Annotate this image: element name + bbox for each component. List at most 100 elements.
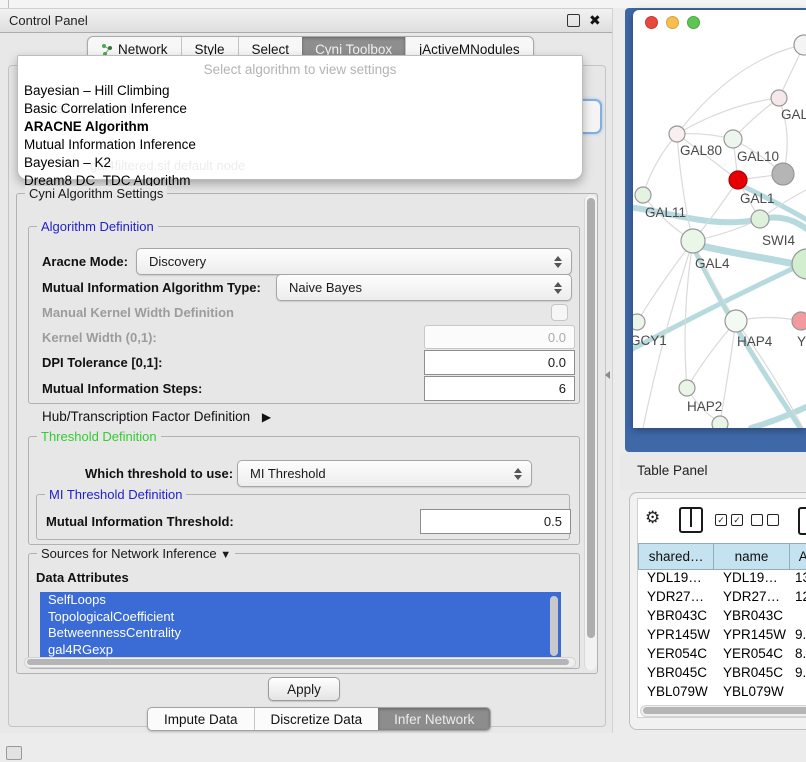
table-panel-title: Table Panel: [637, 463, 708, 478]
mi-steps-label: Mutual Information Steps:: [42, 381, 202, 396]
node-hap4[interactable]: [725, 310, 747, 332]
chevron-down-icon[interactable]: ▼: [220, 549, 231, 561]
node-gal10[interactable]: [724, 130, 742, 148]
node-gal1[interactable]: [729, 171, 747, 189]
node-gal-partial[interactable]: [771, 90, 787, 106]
node-gal4[interactable]: [681, 229, 705, 253]
table-row[interactable]: YDL19…YDL19…13: [638, 570, 806, 589]
splitter-arrow-icon[interactable]: [605, 371, 610, 379]
scrollbar-thumb[interactable]: [587, 198, 595, 638]
mi-algorithm-type-combobox[interactable]: Naive Bayes: [276, 274, 572, 301]
minimized-panel-icon[interactable]: [6, 746, 22, 760]
traffic-minimize-icon[interactable]: [666, 16, 679, 29]
list-horizontal-scrollbar[interactable]: [24, 657, 576, 668]
table-header: shared… name A: [638, 543, 806, 570]
float-window-icon[interactable]: [567, 14, 580, 27]
node-label: GAL11: [645, 205, 686, 220]
unchecked-box-icon: [767, 514, 779, 526]
apply-label: Apply: [287, 682, 321, 697]
dropdown-item[interactable]: Basic Correlation Inference: [18, 100, 582, 118]
mi-steps-field[interactable]: 6: [424, 376, 575, 401]
dpi-tolerance-field[interactable]: 0.0: [424, 350, 575, 375]
control-panel-titlebar: Control Panel ✖: [0, 8, 612, 33]
screenshot-stage: Control Panel ✖ Network Style Select Cyn…: [0, 0, 806, 762]
table-row[interactable]: YBR045CYBR045C9.: [638, 665, 806, 684]
hub-definition-expander[interactable]: Hub/Transcription Factor Definition ▶: [42, 409, 271, 424]
split-columns-icon[interactable]: [679, 507, 703, 533]
manual-kernel-width-checkbox[interactable]: [551, 304, 568, 321]
bottom-tabbar: Impute Data Discretize Data Infer Networ…: [147, 707, 491, 731]
deselect-all-columns-icon[interactable]: [751, 514, 779, 526]
node-label: GAL1: [740, 191, 775, 206]
list-item[interactable]: TopologicalCoefficient: [40, 609, 561, 626]
dropdown-item-aracne[interactable]: ARACNE Algorithm: [18, 118, 582, 136]
panel-title: Control Panel: [9, 13, 88, 28]
node-right-large[interactable]: [792, 249, 806, 279]
dropdown-item[interactable]: Bayesian – K2: [18, 154, 582, 172]
field-value: 0.0: [548, 330, 566, 345]
node-label: HAP4: [737, 334, 773, 349]
select-all-columns-icon[interactable]: ✓ ✓: [715, 514, 743, 526]
data-attributes-label: Data Attributes: [36, 570, 129, 585]
node-label: GAL: [781, 107, 806, 122]
node-swi4[interactable]: [751, 210, 769, 228]
node-gal80[interactable]: [669, 126, 685, 142]
column-header-name[interactable]: name: [714, 543, 789, 570]
aracne-mode-combobox[interactable]: Discovery: [136, 248, 572, 275]
group-title: Threshold Definition: [37, 429, 161, 444]
field-value: 0.5: [544, 514, 562, 529]
column-header-partial[interactable]: A: [790, 543, 806, 570]
sources-title: Sources for Network Inference: [41, 546, 217, 561]
column-header-shared[interactable]: shared…: [638, 543, 714, 570]
table-row[interactable]: YDR27…YDR27…12: [638, 589, 806, 608]
scrollbar-thumb[interactable]: [643, 707, 806, 714]
dropdown-item[interactable]: Mutual Information Inference: [18, 136, 582, 154]
list-item[interactable]: BetweennessCentrality: [40, 625, 561, 642]
list-item[interactable]: gal4RGexp: [40, 642, 561, 659]
document-icon[interactable]: [798, 507, 806, 535]
node-label: GAL4: [695, 256, 730, 271]
thick-edges: [633, 184, 806, 428]
node-gray[interactable]: [772, 163, 794, 185]
settings-vertical-scrollbar[interactable]: [584, 195, 597, 670]
checked-box-icon: ✓: [715, 514, 727, 526]
top-strip: [0, 0, 806, 8]
list-item[interactable]: SelfLoops: [40, 592, 561, 609]
table-row[interactable]: YBL079WYBL079W: [638, 684, 806, 703]
tab-discretize-data[interactable]: Discretize Data: [254, 708, 379, 730]
apply-button[interactable]: Apply: [268, 677, 340, 701]
table-row[interactable]: YBR043CYBR043C: [638, 608, 806, 627]
dropdown-item[interactable]: Bayesian – Hill Climbing: [18, 82, 582, 100]
algorithm-dropdown-popup: Select algorithm to view settings Infere…: [17, 55, 583, 180]
table-body: YDL19…YDL19…13 YDR27…YDR27…12 YBR043CYBR…: [638, 570, 806, 710]
kernel-width-label: Kernel Width (0,1):: [42, 330, 157, 345]
field-value: 0.0: [548, 355, 566, 370]
node-gal11[interactable]: [635, 187, 651, 203]
list-scrollbar-thumb[interactable]: [550, 596, 558, 656]
close-icon[interactable]: ✖: [589, 15, 601, 26]
node-label: SWI4: [762, 233, 795, 248]
node-gcy1[interactable]: [633, 314, 645, 330]
checked-box-icon: ✓: [731, 514, 743, 526]
traffic-close-icon[interactable]: [645, 16, 658, 29]
table-horizontal-scrollbar[interactable]: [640, 705, 806, 717]
node-top-partial[interactable]: [794, 35, 806, 55]
gear-icon[interactable]: ⚙: [645, 509, 660, 526]
dropdown-placeholder: Select algorithm to view settings: [18, 62, 582, 77]
node-bottom-partial[interactable]: [712, 416, 728, 428]
tab-label: Infer Network: [394, 712, 474, 727]
traffic-zoom-icon[interactable]: [687, 16, 700, 29]
node-salmon[interactable]: [792, 312, 806, 330]
kernel-width-field[interactable]: 0.0: [424, 325, 575, 349]
table-row[interactable]: YER054CYER054C8.: [638, 646, 806, 665]
scrollbar-thumb[interactable]: [27, 659, 569, 665]
node-hap2[interactable]: [679, 380, 695, 396]
hub-definition-label: Hub/Transcription Factor Definition: [42, 409, 250, 424]
network-canvas[interactable]: GAL GAL80 GAL10 GAL1 GAL11 SWI4 GAL4 GCY…: [633, 32, 806, 428]
tab-infer-network[interactable]: Infer Network: [378, 708, 490, 730]
data-attributes-list[interactable]: SelfLoops TopologicalCoefficient Between…: [40, 592, 561, 662]
tab-impute-data[interactable]: Impute Data: [148, 708, 254, 730]
table-row[interactable]: YPR145WYPR145W9.: [638, 627, 806, 646]
which-threshold-combobox[interactable]: MI Threshold: [237, 460, 532, 487]
mi-threshold-field[interactable]: 0.5: [420, 509, 571, 534]
